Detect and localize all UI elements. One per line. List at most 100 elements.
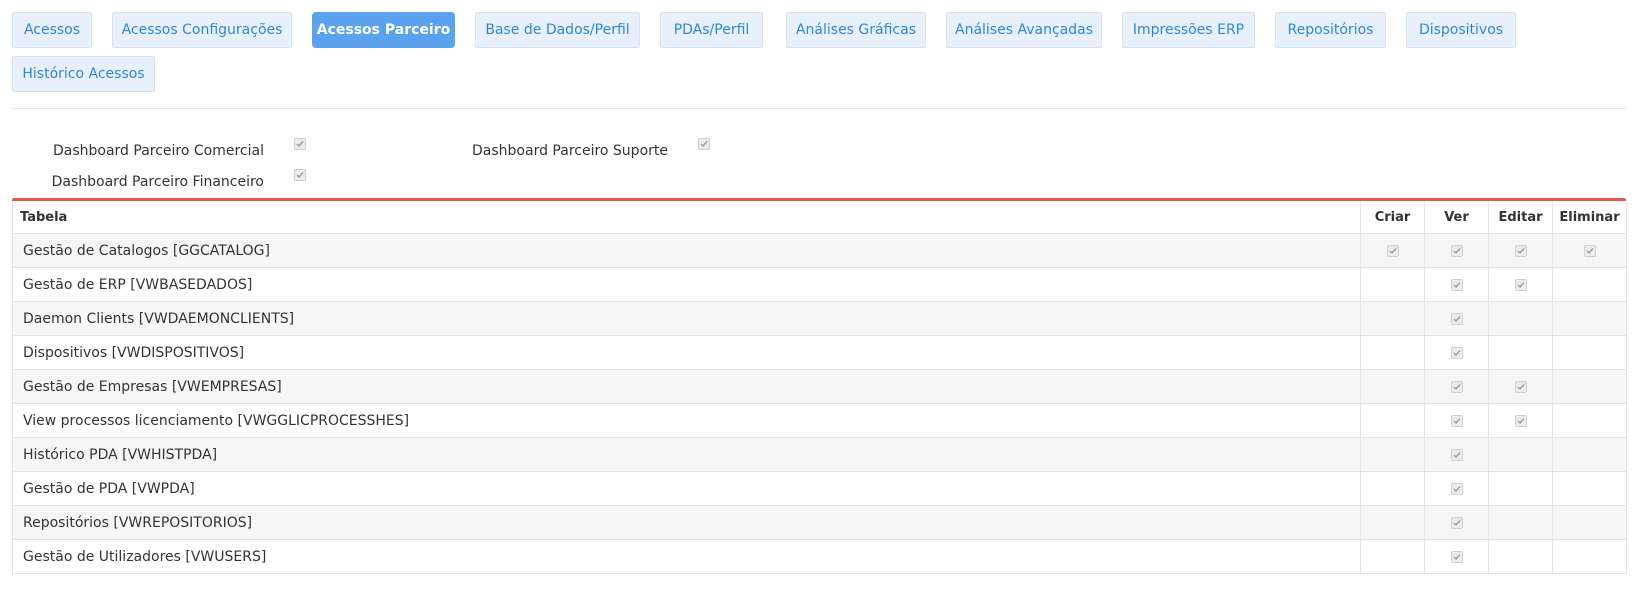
table-cell-editar (1488, 369, 1553, 404)
table-row[interactable]: Gestão de ERP [VWBASEDADOS] (12, 267, 1627, 302)
permissions-table: Tabela Criar Ver Editar Eliminar Gestão … (12, 201, 1627, 574)
tab-acessos-configuracoes[interactable]: Acessos Configurações (112, 12, 292, 48)
option-label-parceiro-suporte: Dashboard Parceiro Suporte (472, 143, 668, 159)
check-icon (1517, 247, 1525, 254)
tab-pdas-perfil[interactable]: PDAs/Perfil (660, 12, 763, 48)
checkbox-editar[interactable] (1514, 414, 1527, 427)
check-icon (1453, 349, 1461, 356)
table-cell-name: Gestão de Catalogos [GGCATALOG] (12, 233, 1361, 268)
table-cell-name: Gestão de Empresas [VWEMPRESAS] (12, 369, 1361, 404)
table-cell-editar (1488, 233, 1553, 268)
check-icon (1586, 247, 1594, 254)
tab-repositorios[interactable]: Repositórios (1275, 12, 1386, 48)
table-cell-editar (1488, 335, 1553, 370)
column-header-ver[interactable]: Ver (1424, 201, 1489, 234)
table-cell-ver (1424, 233, 1489, 268)
checkbox-ver[interactable] (1450, 516, 1463, 529)
checkbox-parceiro-financeiro[interactable] (294, 169, 306, 181)
check-icon (1453, 247, 1461, 254)
checkbox-ver[interactable] (1450, 380, 1463, 393)
table-row[interactable]: Histórico PDA [VWHISTPDA] (12, 437, 1627, 472)
table-cell-eliminar (1552, 437, 1627, 472)
checkbox-ver[interactable] (1450, 550, 1463, 563)
table-cell-ver (1424, 267, 1489, 302)
check-icon (1389, 247, 1397, 254)
check-icon (1453, 417, 1461, 424)
tab-impressoes-erp[interactable]: Impressões ERP (1122, 12, 1255, 48)
check-icon (1517, 383, 1525, 390)
column-header-criar[interactable]: Criar (1360, 201, 1425, 234)
checkbox-ver[interactable] (1450, 244, 1463, 257)
checkbox-ver[interactable] (1450, 346, 1463, 359)
table-cell-eliminar (1552, 539, 1627, 574)
table-cell-eliminar (1552, 505, 1627, 540)
table-cell-ver (1424, 301, 1489, 336)
tab-analises-avancadas[interactable]: Análises Avançadas (946, 12, 1102, 48)
table-cell-eliminar (1552, 267, 1627, 302)
check-icon (296, 141, 304, 148)
check-icon (1453, 451, 1461, 458)
column-header-eliminar[interactable]: Eliminar (1552, 201, 1627, 234)
checkbox-ver[interactable] (1450, 448, 1463, 461)
table-cell-name: Repositórios [VWREPOSITORIOS] (12, 505, 1361, 540)
table-cell-criar (1360, 301, 1425, 336)
table-cell-ver (1424, 403, 1489, 438)
tab-acessos[interactable]: Acessos (12, 12, 92, 48)
checkbox-ver[interactable] (1450, 414, 1463, 427)
tab-dispositivos[interactable]: Dispositivos (1406, 12, 1516, 48)
check-icon (1453, 519, 1461, 526)
table-cell-eliminar (1552, 335, 1627, 370)
table-cell-criar (1360, 437, 1425, 472)
checkbox-editar[interactable] (1514, 244, 1527, 257)
checkbox-editar[interactable] (1514, 380, 1527, 393)
checkbox-eliminar[interactable] (1583, 244, 1596, 257)
table-row[interactable]: Dispositivos [VWDISPOSITIVOS] (12, 335, 1627, 370)
table-row[interactable]: Repositórios [VWREPOSITORIOS] (12, 505, 1627, 540)
checkbox-editar[interactable] (1514, 278, 1527, 291)
table-row[interactable]: Gestão de Utilizadores [VWUSERS] (12, 539, 1627, 574)
table-cell-criar (1360, 335, 1425, 370)
checkbox-ver[interactable] (1450, 278, 1463, 291)
tab-analises-graficas[interactable]: Análises Gráficas (786, 12, 926, 48)
check-icon (296, 172, 304, 179)
table-row[interactable]: Gestão de Catalogos [GGCATALOG] (12, 233, 1627, 268)
table-row[interactable]: Daemon Clients [VWDAEMONCLIENTS] (12, 301, 1627, 336)
tab-historico-acessos[interactable]: Histórico Acessos (12, 56, 155, 92)
table-row[interactable]: Gestão de Empresas [VWEMPRESAS] (12, 369, 1627, 404)
table-cell-eliminar (1552, 301, 1627, 336)
check-icon (1453, 485, 1461, 492)
table-cell-criar (1360, 267, 1425, 302)
table-cell-editar (1488, 301, 1553, 336)
table-cell-editar (1488, 267, 1553, 302)
table-cell-criar (1360, 403, 1425, 438)
check-icon (1517, 417, 1525, 424)
table-cell-name: Dispositivos [VWDISPOSITIVOS] (12, 335, 1361, 370)
column-header-editar[interactable]: Editar (1488, 201, 1553, 234)
table-cell-ver (1424, 539, 1489, 574)
table-cell-criar (1360, 471, 1425, 506)
column-header-tabela[interactable]: Tabela (12, 201, 1361, 234)
table-cell-editar (1488, 505, 1553, 540)
table-cell-name: Gestão de Utilizadores [VWUSERS] (12, 539, 1361, 574)
table-cell-eliminar (1552, 369, 1627, 404)
checkbox-criar[interactable] (1386, 244, 1399, 257)
check-icon (1453, 553, 1461, 560)
table-cell-ver (1424, 369, 1489, 404)
table-row[interactable]: View processos licenciamento [VWGGLICPRO… (12, 403, 1627, 438)
checkbox-parceiro-comercial[interactable] (294, 138, 306, 150)
tab-acessos-parceiro[interactable]: Acessos Parceiro (312, 12, 455, 48)
table-row[interactable]: Gestão de PDA [VWPDA] (12, 471, 1627, 506)
table-cell-eliminar (1552, 471, 1627, 506)
table-cell-editar (1488, 403, 1553, 438)
table-cell-name: Daemon Clients [VWDAEMONCLIENTS] (12, 301, 1361, 336)
checkbox-ver[interactable] (1450, 482, 1463, 495)
tab-base-de-dados-perfil[interactable]: Base de Dados/Perfil (475, 12, 640, 48)
checkbox-parceiro-suporte[interactable] (698, 138, 710, 150)
checkbox-ver[interactable] (1450, 312, 1463, 325)
table-cell-criar (1360, 369, 1425, 404)
table-cell-ver (1424, 505, 1489, 540)
table-cell-eliminar (1552, 233, 1627, 268)
table-cell-ver (1424, 471, 1489, 506)
table-cell-name: Histórico PDA [VWHISTPDA] (12, 437, 1361, 472)
option-label-parceiro-comercial: Dashboard Parceiro Comercial (52, 143, 264, 159)
